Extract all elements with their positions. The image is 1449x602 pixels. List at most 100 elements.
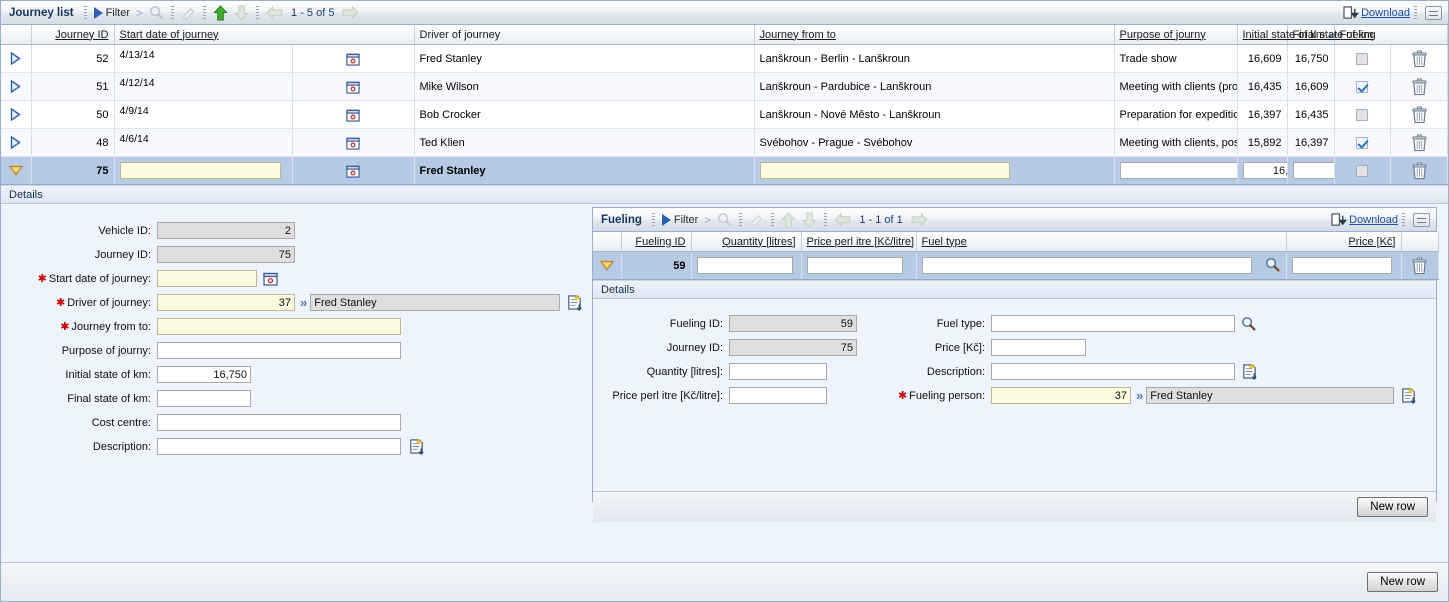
fueling-checkbox[interactable] <box>1356 164 1369 177</box>
cell-fueling-checkbox[interactable] <box>1334 44 1392 73</box>
cell-price-input[interactable] <box>1286 251 1402 280</box>
delete-row-button[interactable] <box>1390 100 1448 129</box>
cell-fueling-checkbox[interactable] <box>1334 156 1392 185</box>
delete-row-button[interactable] <box>1390 44 1448 73</box>
calendar-icon[interactable] <box>292 72 415 101</box>
fueling-minimize-panel-button[interactable] <box>1413 212 1430 227</box>
cell-quantity-input[interactable] <box>691 251 802 280</box>
table-row[interactable]: 48 4/6/14 Ted Klien Svébohov - Prague - … <box>1 128 1448 157</box>
driver-id-field[interactable] <box>157 294 295 311</box>
col-header-journey-id[interactable]: Journey ID <box>31 25 115 45</box>
download-icon[interactable] <box>1343 5 1360 20</box>
col-header-purpose[interactable]: Purpose of journy <box>1114 25 1238 45</box>
previous-page-icon[interactable] <box>263 6 286 19</box>
initial-km-input[interactable] <box>1242 162 1286 179</box>
fueling-sort-descending-icon[interactable] <box>799 212 820 228</box>
fueling-delete-row-button[interactable] <box>1401 251 1439 280</box>
table-row-selected[interactable]: 75 Fred Stanley <box>1 156 1448 185</box>
cell-fueling-checkbox[interactable] <box>1334 72 1392 101</box>
journey-from-to-input[interactable] <box>759 162 1010 179</box>
fuel-type-field[interactable] <box>991 315 1235 332</box>
fueling-person-id-field[interactable] <box>991 387 1131 404</box>
col-header-fueling-id[interactable]: Fueling ID <box>621 232 692 252</box>
table-row[interactable]: 50 4/9/14 Bob Crocker Lanškroun - Nové M… <box>1 100 1448 129</box>
fuel-type-input[interactable] <box>921 257 1252 274</box>
fueling-checkbox[interactable] <box>1356 108 1369 121</box>
cell-final-km-input[interactable] <box>1287 156 1335 185</box>
final-km-input[interactable] <box>1292 162 1333 179</box>
fuel-type-lookup-icon[interactable] <box>1235 316 1256 331</box>
chevron-double-right-icon[interactable]: » <box>1131 388 1146 403</box>
fueling-clear-filter-icon[interactable] <box>746 212 767 227</box>
cell-price-per-litre-input[interactable] <box>801 251 917 280</box>
row-expander[interactable] <box>1 100 32 129</box>
description-field[interactable] <box>157 438 401 455</box>
fueling-row-collapser[interactable] <box>593 251 622 280</box>
filter-next-icon[interactable]: > <box>133 6 146 20</box>
delete-row-button[interactable] <box>1390 128 1448 157</box>
fueling-sort-ascending-icon[interactable] <box>778 211 799 228</box>
fueling-new-row-button[interactable]: New row <box>1357 497 1428 517</box>
search-icon[interactable] <box>146 5 167 20</box>
col-header-driver[interactable]: Driver of journey <box>414 25 755 45</box>
col-header-initial-km[interactable]: Initial state of km▴▾ <box>1237 25 1337 45</box>
minimize-panel-button[interactable] <box>1425 5 1442 20</box>
cell-purpose-input[interactable] <box>1114 156 1238 185</box>
calendar-icon[interactable] <box>257 271 278 286</box>
quantity-field[interactable] <box>729 363 827 380</box>
filter-button[interactable]: Filter <box>91 6 133 19</box>
cell-fuel-type-input[interactable] <box>916 251 1287 280</box>
cost-centre-field[interactable] <box>157 414 401 431</box>
next-page-icon[interactable] <box>339 6 362 19</box>
table-row[interactable]: 52 4/13/14 Fred Stanley Lanškroun - Berl… <box>1 44 1448 73</box>
sort-ascending-icon[interactable] <box>210 4 231 21</box>
journey-from-to-field[interactable] <box>157 318 401 335</box>
cell-start-date-input[interactable] <box>114 156 293 185</box>
clear-filter-icon[interactable] <box>178 5 199 20</box>
fueling-checkbox[interactable] <box>1356 80 1369 93</box>
fueling-filter-next-icon[interactable]: > <box>701 213 714 227</box>
fueling-search-icon[interactable] <box>714 212 735 227</box>
fueling-download-link[interactable]: Download <box>1347 214 1398 226</box>
fueling-next-page-icon[interactable] <box>908 213 931 226</box>
lookup-record-icon[interactable] <box>1394 387 1417 404</box>
download-icon[interactable] <box>1331 212 1348 227</box>
col-header-quantity[interactable]: Quantity [litres] <box>691 232 802 252</box>
cell-journey-from-to-input[interactable] <box>754 156 1115 185</box>
start-date-input[interactable] <box>119 162 281 179</box>
lookup-record-icon[interactable] <box>560 294 583 311</box>
row-expander[interactable] <box>1 72 32 101</box>
fueling-filter-button[interactable]: Filter <box>659 213 701 226</box>
price-field[interactable] <box>991 339 1086 356</box>
row-collapser[interactable] <box>1 156 32 185</box>
initial-km-field[interactable] <box>157 366 251 383</box>
cell-initial-km-input[interactable] <box>1237 156 1288 185</box>
col-header-start-date[interactable]: Start date of journey <box>114 25 415 45</box>
delete-row-button[interactable] <box>1390 156 1448 185</box>
purpose-input[interactable] <box>1119 162 1236 179</box>
journey-new-row-button[interactable]: New row <box>1367 572 1438 592</box>
download-link[interactable]: Download <box>1359 7 1410 19</box>
calendar-icon[interactable] <box>292 156 415 185</box>
col-header-final-km[interactable]: Final state of km <box>1287 25 1373 45</box>
final-km-field[interactable] <box>157 390 251 407</box>
col-header-price[interactable]: Price [Kč] <box>1286 232 1402 252</box>
fueling-checkbox[interactable] <box>1356 52 1369 65</box>
fueling-previous-page-icon[interactable] <box>831 213 854 226</box>
col-header-fuel-type[interactable]: Fuel type <box>916 232 1287 252</box>
calendar-icon[interactable] <box>292 100 415 129</box>
fuel-type-search-icon[interactable] <box>1265 257 1280 272</box>
price-per-litre-input[interactable] <box>806 257 903 274</box>
col-header-price-per-litre[interactable]: Price perl itre [Kč/litre] <box>801 232 917 252</box>
row-expander[interactable] <box>1 44 32 73</box>
edit-note-icon[interactable] <box>1235 363 1258 380</box>
sort-descending-icon[interactable] <box>231 5 252 21</box>
start-date-field[interactable] <box>157 270 257 287</box>
delete-row-button[interactable] <box>1390 72 1448 101</box>
cell-fueling-checkbox[interactable] <box>1334 128 1392 157</box>
edit-note-icon[interactable] <box>401 438 425 455</box>
price-per-litre-field[interactable] <box>729 387 827 404</box>
chevron-double-right-icon[interactable]: » <box>295 295 310 310</box>
purpose-field[interactable] <box>157 342 401 359</box>
cell-fueling-checkbox[interactable] <box>1334 100 1392 129</box>
